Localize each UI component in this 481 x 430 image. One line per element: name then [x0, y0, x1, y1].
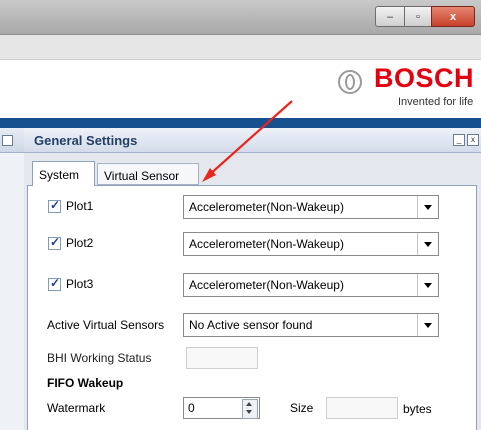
size-field	[326, 397, 398, 419]
plot1-label: Plot1	[66, 199, 94, 213]
maximize-icon: ▫	[416, 10, 420, 23]
plot2-select[interactable]: Accelerometer(Non-Wakeup)	[183, 232, 439, 256]
minimize-icon: –	[386, 10, 394, 23]
header-divider	[0, 118, 481, 128]
chevron-down-icon[interactable]	[417, 274, 438, 296]
plot2-checkbox[interactable]	[48, 235, 61, 250]
size-unit: bytes	[403, 402, 432, 416]
tab-system[interactable]: System	[32, 161, 95, 186]
active-sensors-select[interactable]: No Active sensor found	[183, 313, 439, 337]
chevron-down-icon[interactable]	[417, 196, 438, 218]
watermark-stepper[interactable]: 0	[183, 397, 260, 419]
close-button[interactable]: x	[431, 6, 475, 27]
fifo-heading: FIFO Wakeup	[47, 376, 124, 390]
close-icon: x	[471, 135, 475, 144]
stepper-icon[interactable]	[242, 399, 258, 419]
maximize-button[interactable]: ▫	[404, 6, 432, 27]
plot1-select[interactable]: Accelerometer(Non-Wakeup)	[183, 195, 439, 219]
panel-title: General Settings	[34, 133, 138, 148]
tab-label: Virtual Sensor	[104, 169, 180, 183]
menu-strip	[0, 35, 481, 60]
bhi-status-label: BHI Working Status	[47, 351, 152, 365]
brand-tagline: Invented for life	[398, 96, 474, 108]
minimize-icon: _	[456, 135, 462, 144]
bosch-armature-icon	[338, 70, 362, 94]
plot3-select[interactable]: Accelerometer(Non-Wakeup)	[183, 273, 439, 297]
active-sensors-value: No Active sensor found	[189, 318, 313, 332]
panel-close-button[interactable]: x	[467, 134, 479, 146]
panel-minimize-button[interactable]: _	[453, 134, 465, 146]
tab-virtual-sensor[interactable]: Virtual Sensor	[97, 163, 199, 185]
plot2-label: Plot2	[66, 236, 94, 250]
left-panel	[0, 128, 25, 430]
bhi-status-field	[186, 347, 258, 369]
plot3-checkbox[interactable]	[48, 276, 61, 291]
minimize-button[interactable]: –	[375, 6, 405, 27]
size-label: Size	[290, 401, 314, 415]
tab-label: System	[39, 168, 80, 182]
chevron-down-icon[interactable]	[417, 233, 438, 255]
tab-content	[27, 185, 477, 430]
plot3-label: Plot3	[66, 277, 94, 291]
chevron-down-icon[interactable]	[417, 314, 438, 336]
close-icon: x	[449, 10, 457, 23]
watermark-label: Watermark	[47, 401, 106, 415]
plot2-select-value: Accelerometer(Non-Wakeup)	[189, 237, 344, 251]
active-sensors-label: Active Virtual Sensors	[47, 318, 165, 332]
plot3-select-value: Accelerometer(Non-Wakeup)	[189, 278, 344, 292]
left-panel-button[interactable]	[2, 135, 13, 146]
watermark-value: 0	[188, 401, 195, 415]
plot1-select-value: Accelerometer(Non-Wakeup)	[189, 200, 344, 214]
brand-name: BOSCH	[374, 63, 475, 93]
plot1-checkbox[interactable]	[48, 198, 61, 213]
